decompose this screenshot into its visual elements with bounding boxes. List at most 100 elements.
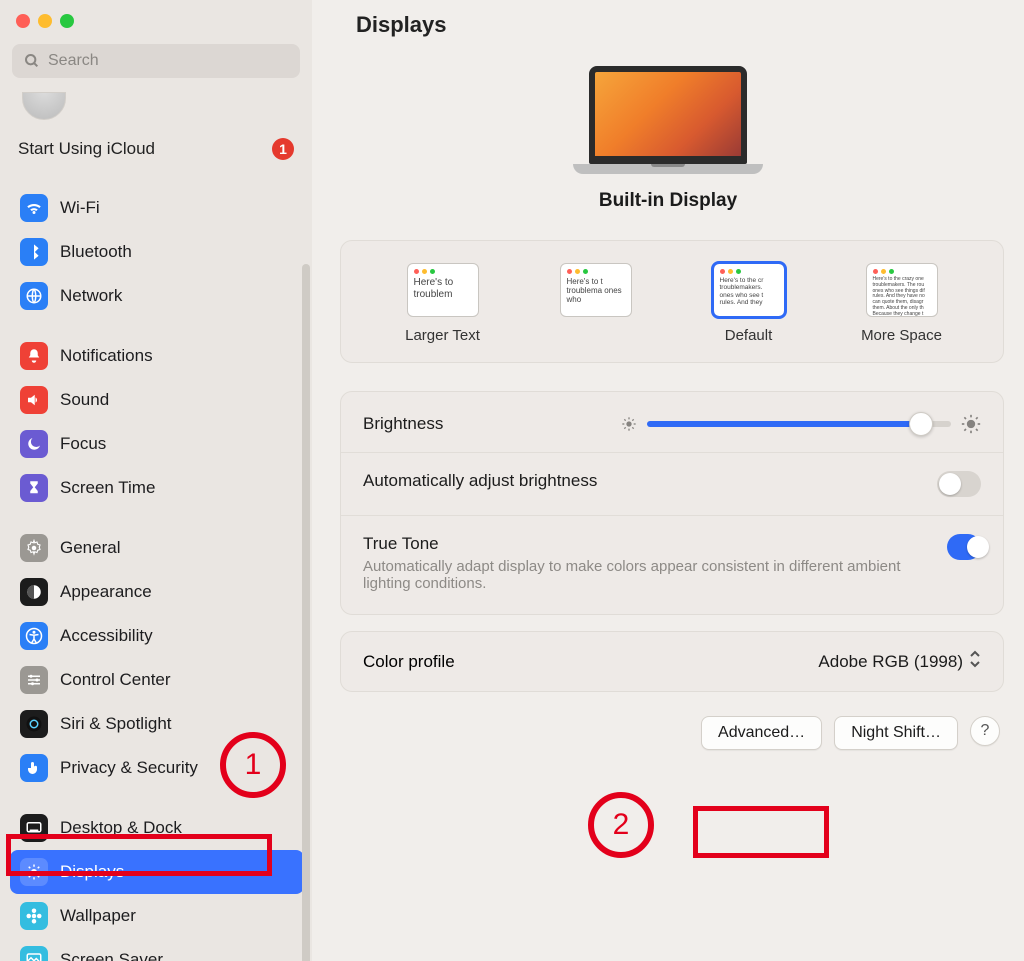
sidebar-item-appearance[interactable]: Appearance bbox=[10, 570, 304, 614]
color-profile-value: Adobe RGB (1998) bbox=[818, 652, 963, 672]
main-panel: Displays Built-in Display Here's to trou… bbox=[312, 0, 1024, 961]
minimize-window-button[interactable] bbox=[38, 14, 52, 28]
annotation-rect-2 bbox=[693, 806, 829, 858]
window-controls bbox=[0, 0, 312, 38]
brightness-low-icon bbox=[621, 416, 637, 432]
resolution-thumb: Here's to the crazy one troublemakers. T… bbox=[866, 263, 938, 317]
sidebar-item-label: Privacy & Security bbox=[60, 758, 198, 778]
sidebar-scrollbar[interactable] bbox=[302, 264, 310, 961]
siri-icon bbox=[20, 710, 48, 738]
sidebar-item-label: Network bbox=[60, 286, 122, 306]
auto-brightness-label: Automatically adjust brightness bbox=[363, 471, 597, 491]
sidebar-item-wi-fi[interactable]: Wi-Fi bbox=[10, 186, 304, 230]
resolution-option-1[interactable]: Here's to t troublema ones who bbox=[536, 263, 656, 344]
sidebar-item-notifications[interactable]: Notifications bbox=[10, 334, 304, 378]
resolution-option-2[interactable]: Here's to the cr troublemakers. ones who… bbox=[689, 263, 809, 344]
icloud-badge: 1 bbox=[272, 138, 294, 160]
auto-brightness-toggle[interactable] bbox=[937, 471, 981, 497]
sidebar-item-label: General bbox=[60, 538, 120, 558]
resolution-option-3[interactable]: Here's to the crazy one troublemakers. T… bbox=[842, 263, 962, 344]
sidebar-item-label: Screen Time bbox=[60, 478, 155, 498]
icloud-label: Start Using iCloud bbox=[18, 139, 155, 159]
sidebar-item-focus[interactable]: Focus bbox=[10, 422, 304, 466]
resolution-thumb: Here's to t troublema ones who bbox=[560, 263, 632, 317]
sidebar-item-desktop-dock[interactable]: Desktop & Dock bbox=[10, 806, 304, 850]
speaker-icon bbox=[20, 386, 48, 414]
sidebar-item-label: Control Center bbox=[60, 670, 171, 690]
sidebar-item-label: Displays bbox=[60, 862, 124, 882]
night-shift-button[interactable]: Night Shift… bbox=[834, 716, 958, 750]
annotation-circle-2: 2 bbox=[588, 792, 654, 858]
accessibility-icon bbox=[20, 622, 48, 650]
sidebar-item-label: Desktop & Dock bbox=[60, 818, 182, 838]
sidebar-item-screen-saver[interactable]: Screen Saver bbox=[10, 938, 304, 961]
avatar[interactable] bbox=[22, 92, 66, 120]
true-tone-label: True Tone bbox=[363, 534, 923, 554]
display-name: Built-in Display bbox=[513, 190, 823, 212]
sidebar-item-bluetooth[interactable]: Bluetooth bbox=[10, 230, 304, 274]
resolution-label: More Space bbox=[861, 327, 942, 344]
resolution-label: Default bbox=[725, 327, 773, 344]
help-button[interactable]: ? bbox=[970, 716, 1000, 746]
sidebar-item-label: Accessibility bbox=[60, 626, 153, 646]
hourglass-icon bbox=[20, 474, 48, 502]
resolution-panel: Here's to troublemLarger Text Here's to t… bbox=[340, 240, 1004, 363]
true-tone-toggle[interactable] bbox=[947, 534, 981, 560]
screensaver-icon bbox=[20, 946, 48, 961]
display-preview: Built-in Display bbox=[513, 66, 823, 212]
sidebar-item-label: Notifications bbox=[60, 346, 153, 366]
sidebar-item-label: Bluetooth bbox=[60, 242, 132, 262]
advanced-button[interactable]: Advanced… bbox=[701, 716, 822, 750]
resolution-thumb: Here's to the cr troublemakers. ones who… bbox=[713, 263, 785, 317]
brightness-row: Brightness bbox=[341, 396, 1003, 453]
sidebar: Search Start Using iCloud 1 Wi-Fi Bluetoo… bbox=[0, 0, 312, 961]
auto-brightness-row: Automatically adjust brightness bbox=[341, 453, 1003, 516]
search-input[interactable]: Search bbox=[12, 44, 300, 78]
close-window-button[interactable] bbox=[16, 14, 30, 28]
sidebar-item-label: Screen Saver bbox=[60, 950, 163, 961]
brightness-slider[interactable] bbox=[621, 414, 981, 434]
sidebar-item-label: Siri & Spotlight bbox=[60, 714, 172, 734]
sidebar-item-label: Wi-Fi bbox=[60, 198, 100, 218]
sidebar-item-sound[interactable]: Sound bbox=[10, 378, 304, 422]
page-title: Displays bbox=[312, 0, 1024, 38]
brightness-high-icon bbox=[961, 414, 981, 434]
color-profile-select[interactable]: Adobe RGB (1998) bbox=[818, 650, 981, 673]
true-tone-row: True Tone Automatically adapt display to… bbox=[341, 516, 1003, 610]
search-placeholder: Search bbox=[48, 52, 99, 70]
sidebar-item-network[interactable]: Network bbox=[10, 274, 304, 318]
sidebar-item-accessibility[interactable]: Accessibility bbox=[10, 614, 304, 658]
sidebar-item-privacy-security[interactable]: Privacy & Security bbox=[10, 746, 304, 790]
sliders-icon bbox=[20, 666, 48, 694]
color-profile-label: Color profile bbox=[363, 652, 455, 672]
zoom-window-button[interactable] bbox=[60, 14, 74, 28]
flower-icon bbox=[20, 902, 48, 930]
sidebar-item-displays[interactable]: Displays bbox=[10, 850, 304, 894]
display-thumbnail[interactable] bbox=[573, 66, 763, 174]
gear-icon bbox=[20, 534, 48, 562]
moon-icon bbox=[20, 430, 48, 458]
brightness-label: Brightness bbox=[363, 414, 443, 434]
resolution-option-0[interactable]: Here's to troublemLarger Text bbox=[383, 263, 503, 344]
sidebar-item-siri-spotlight[interactable]: Siri & Spotlight bbox=[10, 702, 304, 746]
sidebar-item-control-center[interactable]: Control Center bbox=[10, 658, 304, 702]
display-settings-panel: Brightness Automatically adjust brightne… bbox=[340, 391, 1004, 615]
wifi-icon bbox=[20, 194, 48, 222]
color-profile-row: Color profile Adobe RGB (1998) bbox=[340, 631, 1004, 692]
bottom-button-row: Advanced… Night Shift… ? bbox=[312, 692, 1024, 750]
sidebar-item-screen-time[interactable]: Screen Time bbox=[10, 466, 304, 510]
bluetooth-icon bbox=[20, 238, 48, 266]
dock-icon bbox=[20, 814, 48, 842]
sidebar-item-label: Wallpaper bbox=[60, 906, 136, 926]
sidebar-item-wallpaper[interactable]: Wallpaper bbox=[10, 894, 304, 938]
sidebar-item-label: Focus bbox=[60, 434, 106, 454]
search-icon bbox=[24, 53, 40, 69]
resolution-label: Larger Text bbox=[405, 327, 480, 344]
sidebar-nav: Wi-Fi Bluetooth Network Notifications Sound F… bbox=[0, 164, 312, 961]
globe-icon bbox=[20, 282, 48, 310]
bell-icon bbox=[20, 342, 48, 370]
sidebar-item-general[interactable]: General bbox=[10, 526, 304, 570]
appearance-icon bbox=[20, 578, 48, 606]
brightness-icon bbox=[20, 858, 48, 886]
icloud-banner[interactable]: Start Using iCloud 1 bbox=[0, 120, 312, 164]
